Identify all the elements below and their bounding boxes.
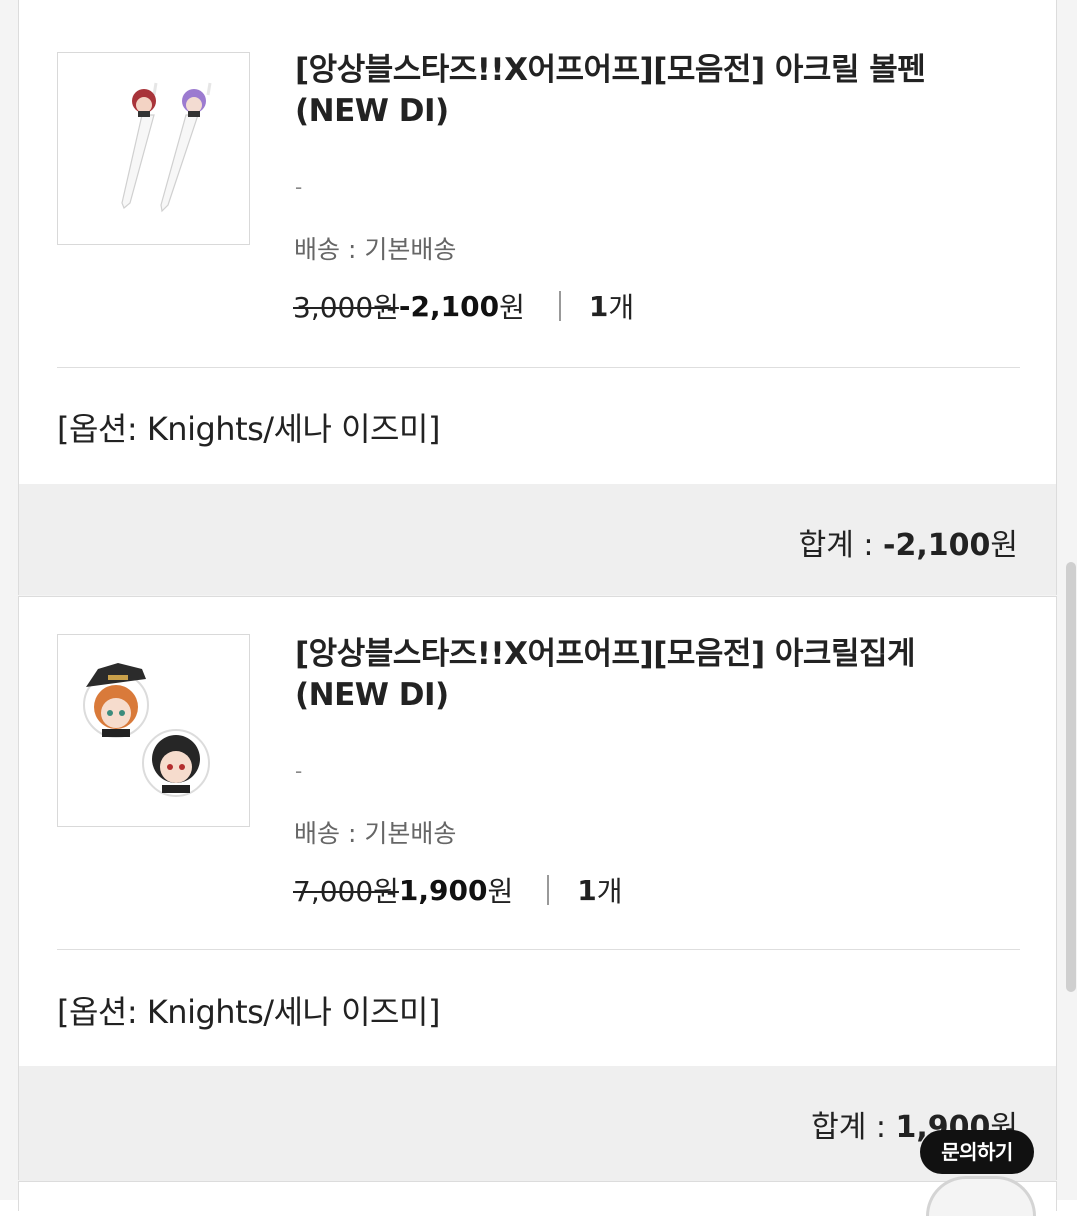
shipping-info: 배송 : 기본배송: [294, 235, 457, 264]
sale-price: -2,100: [398, 289, 500, 323]
order-page: [앙상블스타즈!!X어프어프][모음전] 아크릴 볼펜 (NEW DI) - 배…: [0, 0, 1077, 1216]
inquiry-button[interactable]: 문의하기: [920, 1130, 1036, 1216]
quantity: 1: [577, 873, 597, 907]
subtotal-unit: 원: [990, 528, 1018, 563]
price-row: 3,000원 -2,100 원 1 개: [293, 286, 634, 326]
selected-option: [옵션: Knights/세나 이즈미]: [57, 410, 440, 448]
scrollbar[interactable]: [1066, 562, 1076, 992]
divider-line: [57, 949, 1020, 950]
subtotal-label: 합계 :: [811, 1110, 896, 1145]
original-price: 7,000원: [293, 875, 399, 908]
subtotal-label: 합계 :: [798, 528, 884, 563]
subtotal: 합계 : -2,100원: [799, 520, 1018, 564]
subtotal-bar: 합계 : -2,100원: [19, 484, 1056, 595]
subtotal-amount: -2,100: [883, 528, 991, 563]
price-row: 7,000원 1,900 원 1 개: [293, 870, 623, 910]
order-item-card: [앙상블스타즈!!X어프어프][모음전] 아크릴 볼펜 (NEW DI) - 배…: [18, 0, 1057, 595]
chat-character-icon[interactable]: [926, 1176, 1036, 1216]
quantity-unit: 개: [596, 875, 623, 908]
product-title[interactable]: [앙상블스타즈!!X어프어프][모음전] 아크릴 볼펜 (NEW DI): [295, 50, 1015, 132]
acrylic-clip-image: [83, 663, 210, 797]
quantity: 1: [588, 289, 609, 323]
original-price: 3,000원: [293, 291, 399, 324]
divider: [547, 875, 550, 905]
quantity-unit: 개: [608, 291, 635, 324]
divider: [558, 291, 561, 321]
sale-price-unit: 원: [499, 291, 525, 324]
divider-line: [57, 367, 1020, 368]
inquiry-label[interactable]: 문의하기: [920, 1130, 1034, 1174]
option-placeholder: -: [295, 175, 303, 199]
sale-price-unit: 원: [487, 875, 514, 908]
product-title[interactable]: [앙상블스타즈!!X어프어프][모음전] 아크릴집게 (NEW DI): [295, 634, 1015, 716]
product-thumbnail[interactable]: [57, 52, 250, 245]
order-item-card-partial: [18, 1181, 1057, 1211]
sale-price: 1,900: [398, 873, 488, 907]
subtotal-bar: 합계 : 1,900원: [19, 1066, 1056, 1181]
option-placeholder: -: [295, 759, 303, 783]
shipping-info: 배송 : 기본배송: [294, 819, 457, 848]
product-thumbnail[interactable]: [57, 634, 250, 827]
selected-option: [옵션: Knights/세나 이즈미]: [57, 993, 440, 1031]
acrylic-ballpen-image: [121, 82, 212, 213]
order-item-card: [앙상블스타즈!!X어프어프][모음전] 아크릴집게 (NEW DI) - 배송…: [18, 596, 1057, 1181]
